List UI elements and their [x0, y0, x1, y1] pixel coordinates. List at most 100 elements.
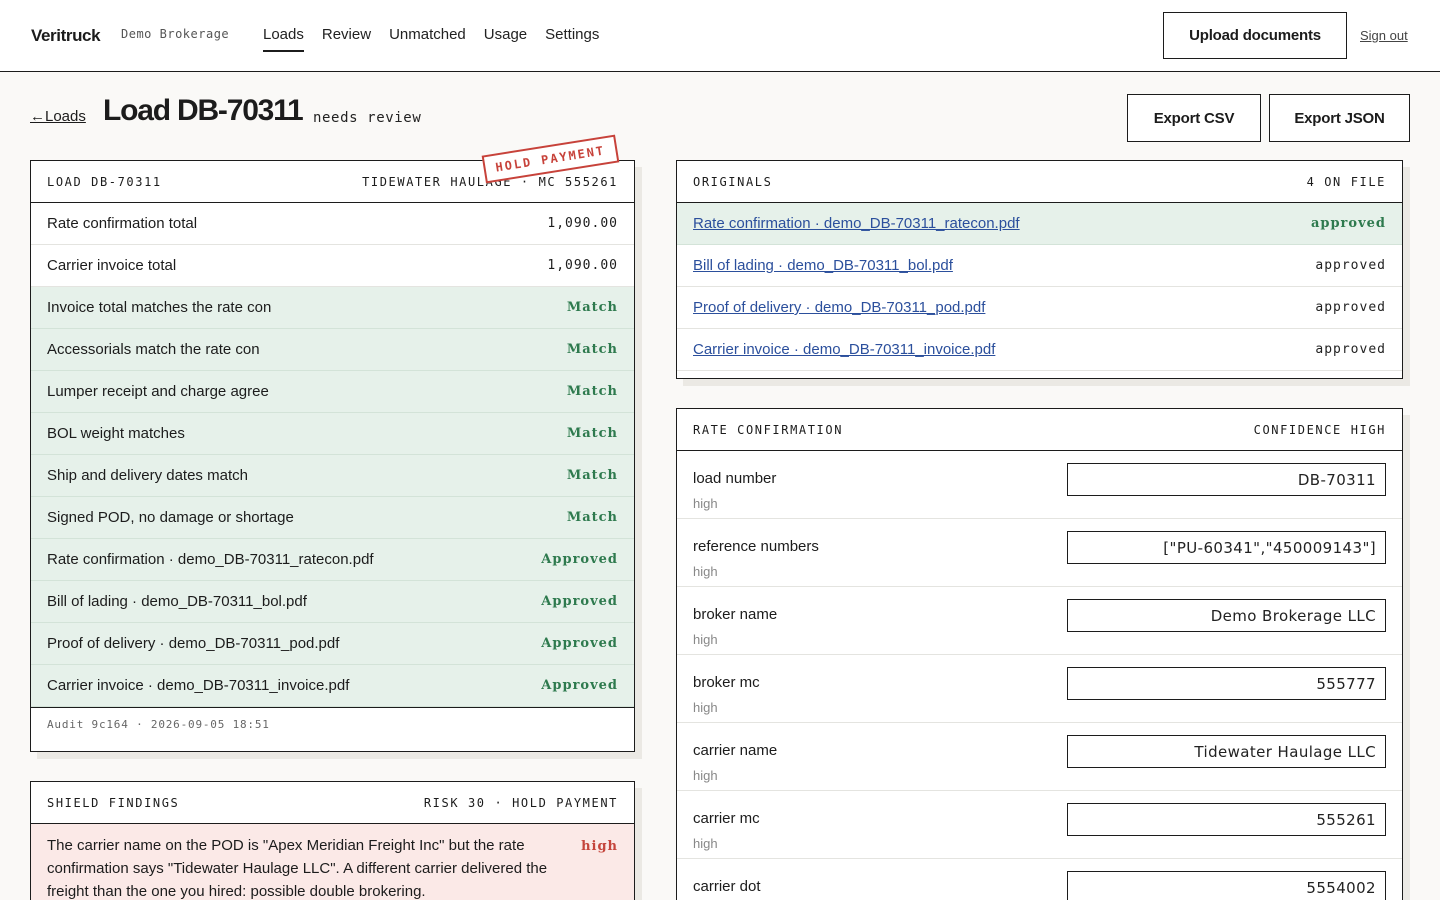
files-count: 4 ON FILE	[1306, 174, 1386, 189]
field-value-input[interactable]	[1067, 871, 1386, 900]
check-result: Match	[566, 384, 618, 399]
check-row: Rate confirmation · demo_DB-70311_rateco…	[31, 539, 634, 581]
field-confidence: high	[693, 564, 718, 579]
field-name: carrier dot	[693, 878, 761, 895]
field-name: broker name	[693, 606, 778, 623]
check-row: Invoice total matches the rate con Match	[31, 287, 634, 329]
check-label: Ship and delivery dates match	[47, 467, 248, 484]
rate-conf-title: RATE CONFIRMATION	[693, 422, 844, 437]
field-name: broker mc	[693, 674, 760, 691]
sign-out-link[interactable]: Sign out	[1360, 28, 1408, 43]
rate-conf-field: broker name high	[677, 587, 1402, 655]
check-row: Carrier invoice total 1,090.00	[31, 245, 634, 287]
check-row: BOL weight matches Match	[31, 413, 634, 455]
check-label: BOL weight matches	[47, 425, 185, 442]
page-title: Load DB-70311	[103, 94, 304, 127]
check-row: Ship and delivery dates match Match	[31, 455, 634, 497]
originals-list: Rate confirmation · demo_DB-70311_rateco…	[677, 203, 1402, 371]
amount-value: 1,090.00	[547, 258, 618, 273]
check-label: Signed POD, no damage or shortage	[47, 509, 294, 526]
check-label: Bill of lading · demo_DB-70311_bol.pdf	[47, 593, 307, 610]
rate-conf-header: RATE CONFIRMATION CONFIDENCE HIGH	[677, 409, 1402, 451]
confidence-label: CONFIDENCE HIGH	[1253, 422, 1386, 437]
original-file-row: Carrier invoice · demo_DB-70311_invoice.…	[677, 329, 1402, 371]
rate-conf-field: carrier name high	[677, 723, 1402, 791]
shield-header: SHIELD FINDINGS RISK 30 · HOLD PAYMENT	[31, 782, 634, 824]
field-confidence: high	[693, 768, 718, 783]
check-label: Accessorials match the rate con	[47, 341, 260, 358]
check-label: Rate confirmation total	[47, 215, 198, 232]
check-row: Proof of delivery · demo_DB-70311_pod.pd…	[31, 623, 634, 665]
nav-review[interactable]: Review	[322, 26, 371, 52]
check-label: Rate confirmation · demo_DB-70311_rateco…	[47, 551, 374, 568]
field-confidence: high	[693, 496, 718, 511]
original-file-link[interactable]: Proof of delivery · demo_DB-70311_pod.pd…	[693, 299, 985, 316]
check-row: Bill of lading · demo_DB-70311_bol.pdf Ap…	[31, 581, 634, 623]
rate-conf-field: carrier dothigh	[677, 859, 1402, 900]
file-status: approved	[1310, 216, 1386, 231]
file-status: approved	[1315, 342, 1386, 357]
field-confidence: high	[693, 700, 718, 715]
finding-text: The carrier name on the POD is "Apex Mer…	[47, 837, 548, 900]
field-value-input[interactable]	[1067, 531, 1386, 564]
check-row: Accessorials match the rate con Match	[31, 329, 634, 371]
shield-finding-row: The carrier name on the POD is "Apex Mer…	[31, 824, 634, 900]
original-file-row: Proof of delivery · demo_DB-70311_pod.pd…	[677, 287, 1402, 329]
main-nav: Loads Review Unmatched Usage Settings	[263, 26, 617, 52]
field-name: carrier mc	[693, 810, 760, 827]
check-result: Match	[566, 300, 618, 315]
back-to-loads-link[interactable]: ←Loads	[30, 108, 86, 125]
check-result: Match	[566, 426, 618, 441]
field-confidence: high	[693, 632, 718, 647]
field-value-input[interactable]	[1067, 599, 1386, 632]
export-json-button[interactable]: Export JSON	[1269, 94, 1410, 142]
original-file-link[interactable]: Rate confirmation · demo_DB-70311_rateco…	[693, 215, 1020, 232]
check-label: Invoice total matches the rate con	[47, 299, 272, 316]
field-value-input[interactable]	[1067, 803, 1386, 836]
originals-title: ORIGINALS	[693, 174, 773, 189]
rate-conf-field: carrier mc high	[677, 791, 1402, 859]
org-name: Demo Brokerage	[121, 27, 230, 41]
check-result: Match	[566, 510, 618, 525]
nav-loads[interactable]: Loads	[263, 26, 304, 52]
check-list: Rate confirmation total 1,090.00 Carrier i…	[31, 203, 634, 707]
audit-footer: Audit 9c164 · 2026-09-05 18:51	[31, 707, 634, 741]
rate-conf-field: load number high	[677, 451, 1402, 519]
original-file-row: Rate confirmation · demo_DB-70311_rateco…	[677, 203, 1402, 245]
top-nav-bar: Veritruck Demo Brokerage Loads Review Un…	[0, 0, 1440, 72]
check-row: Lumper receipt and charge agree Match	[31, 371, 634, 413]
originals-card: ORIGINALS 4 ON FILE Rate confirmation · …	[676, 160, 1403, 379]
export-csv-button[interactable]: Export CSV	[1127, 94, 1261, 142]
brand-logo[interactable]: Veritruck	[31, 26, 101, 46]
field-confidence: high	[693, 836, 718, 851]
load-summary-card: LOAD DB-70311 TIDEWATER HAULAGE · MC 555…	[30, 160, 635, 752]
field-name: reference numbers	[693, 538, 819, 555]
risk-label: RISK 30 · HOLD PAYMENT	[423, 795, 618, 810]
check-result: Approved	[541, 678, 618, 693]
rate-conf-field: reference numbers high	[677, 519, 1402, 587]
amount-value: 1,090.00	[547, 216, 618, 231]
status-badge: needs review	[313, 110, 422, 126]
upload-documents-button[interactable]: Upload documents	[1163, 12, 1347, 59]
rate-confirmation-card: RATE CONFIRMATION CONFIDENCE HIGH load n…	[676, 408, 1403, 900]
nav-usage[interactable]: Usage	[484, 26, 527, 52]
file-status: approved	[1315, 258, 1386, 273]
original-file-link[interactable]: Bill of lading · demo_DB-70311_bol.pdf	[693, 257, 953, 274]
file-status: approved	[1315, 300, 1386, 315]
shield-title: SHIELD FINDINGS	[47, 795, 180, 810]
check-label: Carrier invoice · demo_DB-70311_invoice.…	[47, 677, 350, 694]
check-result: Approved	[541, 594, 618, 609]
check-label: Lumper receipt and charge agree	[47, 383, 269, 400]
check-row: Carrier invoice · demo_DB-70311_invoice.…	[31, 665, 634, 707]
check-result: Match	[566, 468, 618, 483]
original-file-row: Bill of lading · demo_DB-70311_bol.pdf ap…	[677, 245, 1402, 287]
nav-settings[interactable]: Settings	[545, 26, 599, 52]
check-result: Approved	[541, 636, 618, 651]
field-value-input[interactable]	[1067, 735, 1386, 768]
nav-unmatched[interactable]: Unmatched	[389, 26, 466, 52]
field-value-input[interactable]	[1067, 667, 1386, 700]
field-value-input[interactable]	[1067, 463, 1386, 496]
check-label: Carrier invoice total	[47, 257, 177, 274]
original-file-link[interactable]: Carrier invoice · demo_DB-70311_invoice.…	[693, 341, 995, 358]
check-row: Signed POD, no damage or shortage Match	[31, 497, 634, 539]
